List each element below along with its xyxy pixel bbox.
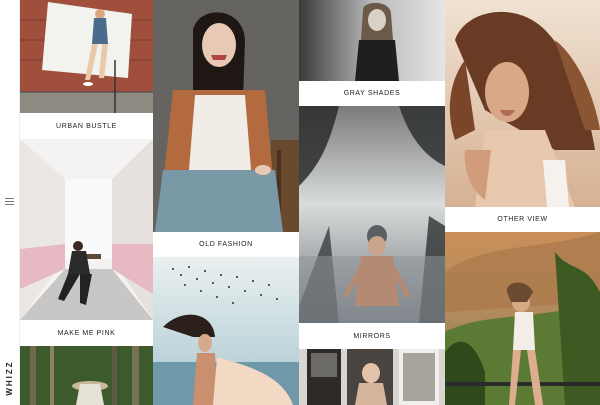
hamburger-menu-icon[interactable] [5, 198, 14, 206]
gallery-column-2: OLD FASHION [153, 0, 299, 405]
palm-hill-photo[interactable] [445, 232, 600, 405]
urban-bustle-photo[interactable] [20, 0, 153, 113]
other-view-title[interactable]: OTHER VIEW [445, 207, 600, 232]
sidebar: WHIZZ [0, 0, 20, 405]
mirrors-title[interactable]: MIRRORS [299, 323, 445, 349]
birds-beach-photo[interactable] [153, 257, 299, 405]
other-view-photo[interactable] [445, 0, 600, 207]
brand-logo[interactable]: WHIZZ [4, 359, 16, 397]
gray-shades-title[interactable]: GRAY SHADES [299, 81, 445, 106]
gallery-column-4: OTHER VIEW [445, 0, 600, 405]
gray-shades-photo[interactable] [299, 0, 445, 81]
window-photo[interactable] [299, 349, 445, 405]
old-fashion-title[interactable]: OLD FASHION [153, 232, 299, 257]
urban-bustle-title[interactable]: URBAN BUSTLE [20, 113, 153, 139]
make-me-pink-photo[interactable] [20, 139, 153, 320]
mirrors-photo[interactable] [299, 106, 445, 323]
old-fashion-photo[interactable] [153, 0, 299, 232]
gallery-column-3: GRAY SHADES MIRRORS [299, 0, 445, 405]
forest-hat-photo[interactable] [20, 346, 153, 405]
make-me-pink-title[interactable]: MAKE ME PINK [20, 320, 153, 346]
gallery-column-1: URBAN BUSTLE MAKE ME PINK [20, 0, 153, 405]
